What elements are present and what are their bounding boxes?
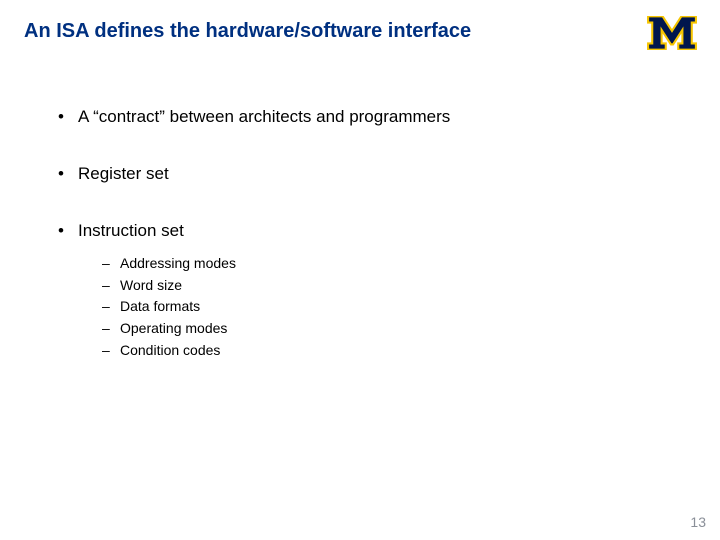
bullet-item: A “contract” between architects and prog… — [58, 106, 696, 129]
bullet-text: Register set — [78, 164, 169, 183]
bullet-item: Instruction set Addressing modes Word si… — [58, 220, 696, 361]
michigan-m-logo — [646, 16, 698, 50]
slide: An ISA defines the hardware/software int… — [0, 0, 720, 540]
sub-bullet-item: Condition codes — [102, 340, 696, 362]
page-number: 13 — [690, 514, 706, 530]
sub-bullet-text: Operating modes — [120, 320, 227, 336]
sub-bullet-text: Data formats — [120, 298, 200, 314]
bullet-text: Instruction set — [78, 221, 184, 240]
sub-bullet-text: Addressing modes — [120, 255, 236, 271]
sub-bullet-item: Operating modes — [102, 318, 696, 340]
slide-body: A “contract” between architects and prog… — [24, 106, 696, 361]
slide-title: An ISA defines the hardware/software int… — [24, 18, 564, 44]
sub-bullet-item: Word size — [102, 275, 696, 297]
bullet-list: A “contract” between architects and prog… — [58, 106, 696, 361]
sub-bullet-text: Word size — [120, 277, 182, 293]
sub-bullet-item: Addressing modes — [102, 253, 696, 275]
sub-bullet-item: Data formats — [102, 296, 696, 318]
bullet-item: Register set — [58, 163, 696, 186]
sub-bullet-list: Addressing modes Word size Data formats … — [78, 253, 696, 361]
sub-bullet-text: Condition codes — [120, 342, 220, 358]
bullet-text: A “contract” between architects and prog… — [78, 107, 450, 126]
